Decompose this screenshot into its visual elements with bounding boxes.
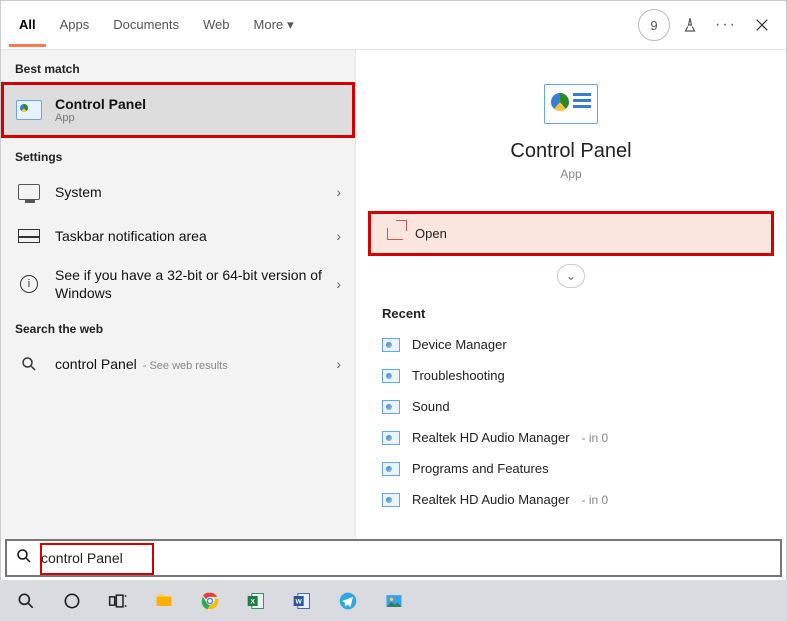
tab-web[interactable]: Web xyxy=(193,3,240,47)
recent-item[interactable]: Realtek HD Audio Manager - in 0 xyxy=(362,422,780,453)
recent-item[interactable]: Sound xyxy=(362,391,780,422)
search-panel: All Apps Documents Web More ▾ 9 ··· Best… xyxy=(0,0,787,621)
tab-apps[interactable]: Apps xyxy=(50,3,100,47)
search-icon xyxy=(15,547,33,570)
taskbar-excel-button[interactable]: X xyxy=(236,584,276,618)
recent-item-suffix: - in 0 xyxy=(582,431,609,445)
recent-item-suffix: - in 0 xyxy=(582,493,609,507)
result-title: Control Panel xyxy=(55,96,341,112)
taskbar-icon xyxy=(15,222,43,250)
chevron-right-icon: › xyxy=(336,276,341,292)
control-panel-icon xyxy=(15,96,43,124)
recent-item-label: Troubleshooting xyxy=(412,368,505,383)
taskbar-explorer-button[interactable] xyxy=(144,584,184,618)
recent-item-icon xyxy=(382,431,400,445)
body-split: Best match Control Panel App Settings Sy… xyxy=(1,50,786,539)
header-count-badge[interactable]: 9 xyxy=(638,9,670,41)
web-result-title: control Panel xyxy=(55,356,137,372)
recent-label: Recent xyxy=(362,288,780,329)
recent-item-icon xyxy=(382,338,400,352)
recent-item[interactable]: Troubleshooting xyxy=(362,360,780,391)
more-options-icon[interactable]: ··· xyxy=(710,9,742,41)
preview-title: Control Panel xyxy=(362,140,780,163)
chevron-right-icon: › xyxy=(336,356,341,372)
expand-toggle[interactable]: ⌄ xyxy=(557,264,585,288)
search-icon xyxy=(15,350,43,378)
taskbar-word-button[interactable]: W xyxy=(282,584,322,618)
control-panel-large-icon xyxy=(544,84,598,124)
recent-item-icon xyxy=(382,369,400,383)
recent-item[interactable]: Programs and Features xyxy=(362,453,780,484)
settings-item-bitness[interactable]: i See if you have a 32-bit or 64-bit ver… xyxy=(1,258,355,310)
recent-item-label: Programs and Features xyxy=(412,461,549,476)
settings-item-system[interactable]: System › xyxy=(1,170,355,214)
web-result-row[interactable]: control Panel - See web results › xyxy=(1,342,355,386)
search-web-label: Search the web xyxy=(1,310,355,342)
web-result-hint: - See web results xyxy=(143,360,228,372)
recent-item-label: Sound xyxy=(412,399,450,414)
recent-item-label: Realtek HD Audio Manager xyxy=(412,492,570,507)
taskbar-taskview-button[interactable] xyxy=(98,584,138,618)
chevron-right-icon: › xyxy=(336,228,341,244)
recent-item[interactable]: Realtek HD Audio Manager - in 0 xyxy=(362,484,780,515)
taskbar-telegram-button[interactable] xyxy=(328,584,368,618)
svg-text:X: X xyxy=(250,598,255,605)
recent-item-icon xyxy=(382,462,400,476)
search-input-row xyxy=(5,539,782,577)
taskbar: X W xyxy=(0,580,787,621)
svg-text:W: W xyxy=(296,598,303,605)
tabs-row: All Apps Documents Web More ▾ 9 ··· xyxy=(1,1,786,50)
preview-subtitle: App xyxy=(362,167,780,181)
open-label: Open xyxy=(415,226,447,241)
tab-all[interactable]: All xyxy=(9,3,46,47)
recent-item-icon xyxy=(382,400,400,414)
settings-item-label: Taskbar notification area xyxy=(55,228,324,244)
best-match-result[interactable]: Control Panel App xyxy=(1,82,355,138)
chevron-right-icon: › xyxy=(336,184,341,200)
close-icon[interactable] xyxy=(746,9,778,41)
tab-more-label: More xyxy=(254,17,284,32)
recent-item-label: Device Manager xyxy=(412,337,507,352)
open-action[interactable]: Open xyxy=(368,211,774,256)
open-icon xyxy=(387,228,403,240)
result-subtitle: App xyxy=(55,112,341,124)
best-match-label: Best match xyxy=(1,50,355,82)
preview-column: Control Panel App Open ⌄ Recent Device M… xyxy=(356,50,786,539)
taskbar-search-button[interactable] xyxy=(6,584,46,618)
recent-item-icon xyxy=(382,493,400,507)
recent-item[interactable]: Device Manager xyxy=(362,329,780,360)
preview-pane: Control Panel App Open ⌄ Recent Device M… xyxy=(362,56,780,515)
tab-documents[interactable]: Documents xyxy=(103,3,189,47)
taskbar-chrome-button[interactable] xyxy=(190,584,230,618)
monitor-icon xyxy=(15,178,43,206)
info-icon: i xyxy=(15,270,43,298)
settings-item-taskbar[interactable]: Taskbar notification area › xyxy=(1,214,355,258)
result-text: Control Panel App xyxy=(55,96,341,124)
search-input[interactable] xyxy=(41,550,772,566)
chevron-down-icon: ▾ xyxy=(287,17,294,33)
tab-more[interactable]: More ▾ xyxy=(244,3,304,48)
taskbar-photos-button[interactable] xyxy=(374,584,414,618)
settings-label: Settings xyxy=(1,138,355,170)
results-column: Best match Control Panel App Settings Sy… xyxy=(1,50,356,539)
settings-item-label: System xyxy=(55,184,324,200)
feedback-icon[interactable] xyxy=(674,9,706,41)
recent-item-label: Realtek HD Audio Manager xyxy=(412,430,570,445)
taskbar-cortana-button[interactable] xyxy=(52,584,92,618)
chevron-down-icon: ⌄ xyxy=(566,269,576,283)
settings-item-label: See if you have a 32-bit or 64-bit versi… xyxy=(55,266,324,302)
